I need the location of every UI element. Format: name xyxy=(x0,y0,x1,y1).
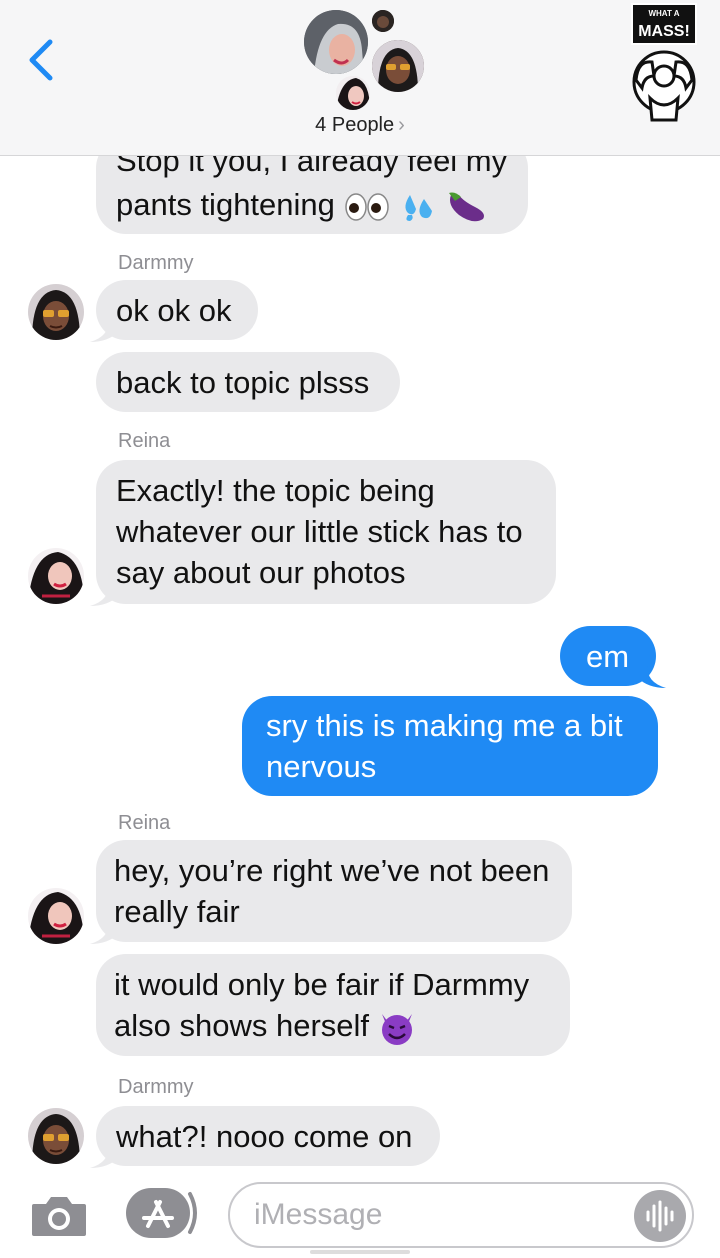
conversation-header: 4 People › WHAT A MASS! xyxy=(0,0,720,156)
people-count-link[interactable]: 4 People › xyxy=(0,114,720,137)
message-bubble-incoming[interactable]: ok ok ok xyxy=(96,280,258,340)
avatar xyxy=(304,10,368,74)
message-placeholder: iMessage xyxy=(254,1198,383,1231)
message-text: Stop it you, I already feel my xyxy=(116,156,508,178)
avatar xyxy=(28,888,84,944)
message-input[interactable]: iMessage xyxy=(228,1182,694,1248)
eggplant-icon xyxy=(448,192,484,222)
message-text: back to topic plsss xyxy=(116,365,370,400)
message-bubble-outgoing[interactable]: sry this is making me a bit nervous xyxy=(242,696,658,796)
message-text: Exactly! the topic being xyxy=(116,473,435,508)
camera-icon[interactable] xyxy=(30,1194,88,1238)
sweat-droplets-icon xyxy=(405,194,433,221)
message-bubble-incoming[interactable]: Exactly! the topic being whatever our li… xyxy=(96,460,556,604)
message-text: what?! nooo come on xyxy=(116,1119,413,1154)
svg-text:MASS!: MASS! xyxy=(638,23,690,40)
message-text: hey, you’re right we’ve not been xyxy=(114,853,550,888)
message-text: whatever our little stick has to xyxy=(116,514,523,549)
svg-text:WHAT A: WHAT A xyxy=(648,9,679,18)
message-text: sry this is making me a bit xyxy=(266,708,623,743)
avatar xyxy=(28,1108,84,1164)
message-bubble-incoming[interactable]: Stop it you, I already feel my pants tig… xyxy=(96,156,528,234)
compose-bar: iMessage xyxy=(0,1170,720,1258)
avatar xyxy=(28,548,84,604)
message-text: pants tightening xyxy=(116,187,335,222)
message-text: say about our photos xyxy=(116,555,406,590)
message-bubble-incoming[interactable]: what?! nooo come on xyxy=(96,1106,440,1166)
audio-waveform-icon[interactable] xyxy=(634,1190,686,1242)
avatar xyxy=(372,40,424,92)
bubble-tail xyxy=(90,320,118,342)
message-bubble-incoming[interactable]: hey, you’re right we’ve not been really … xyxy=(96,840,572,942)
app-store-icon[interactable] xyxy=(124,1186,200,1242)
message-text: it would only be fair if Darmmy xyxy=(114,967,530,1002)
people-label: 4 People xyxy=(315,114,395,136)
home-indicator xyxy=(310,1250,410,1254)
bubble-tail xyxy=(638,666,666,688)
message-text: em xyxy=(586,639,630,674)
message-bubble-incoming[interactable]: back to topic plsss xyxy=(96,352,400,412)
bubble-tail xyxy=(90,1146,118,1168)
chevron-right-icon: › xyxy=(398,114,405,136)
message-text: ok ok ok xyxy=(116,293,232,328)
avatar xyxy=(28,284,84,340)
avatar xyxy=(336,76,370,110)
message-text: really fair xyxy=(114,894,240,929)
message-text: also shows herself xyxy=(114,1008,370,1043)
eyes-emoji-icon xyxy=(344,193,389,221)
sender-name: Reina xyxy=(118,812,171,834)
chevron-left-icon[interactable] xyxy=(22,36,62,84)
message-thread[interactable]: Stop it you, I already feel my pants tig… xyxy=(0,156,720,1170)
message-text: nervous xyxy=(266,749,377,784)
watermark-logo: WHAT A MASS! xyxy=(628,2,700,130)
smiling-imp-icon xyxy=(381,1013,412,1045)
sender-name: Darmmy xyxy=(118,252,194,274)
bubble-tail xyxy=(90,584,118,606)
sender-name: Reina xyxy=(118,430,171,452)
avatar xyxy=(372,10,394,32)
group-avatars[interactable] xyxy=(296,4,436,114)
sender-name: Darmmy xyxy=(118,1076,194,1098)
message-bubble-incoming[interactable]: it would only be fair if Darmmy also sho… xyxy=(96,954,570,1056)
bubble-tail xyxy=(90,922,118,944)
